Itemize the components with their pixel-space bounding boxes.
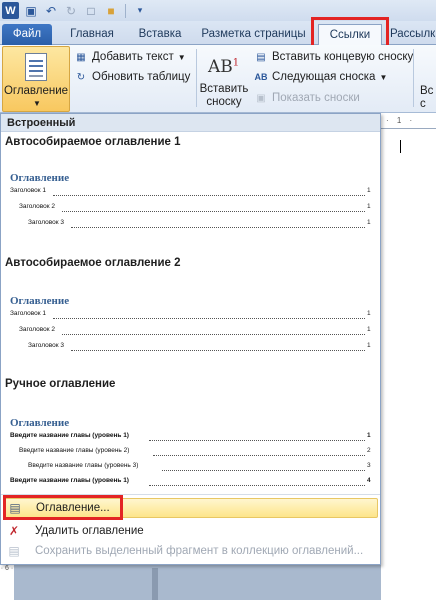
toc-line: Заголовок 1 [10, 187, 46, 194]
next-footnote-label: Следующая сноска [272, 71, 376, 83]
update-table-button[interactable]: ↻ Обновить таблицу [74, 70, 191, 84]
auto-toc-2-preview[interactable]: Оглавление Заголовок 1 1 Заголовок 2 1 З… [1, 274, 379, 356]
toc-leader [53, 195, 365, 196]
toc-menu-callout [3, 495, 123, 520]
show-notes-label: Показать сноски [272, 92, 360, 104]
toc-leader [71, 227, 365, 228]
toc-leader [149, 485, 365, 486]
remove-toc-icon: ✗ [8, 524, 20, 538]
toc-leader [62, 211, 365, 212]
toc-button-label: Оглавление [3, 85, 69, 97]
add-text-button[interactable]: ▦ Добавить текст ▼ [74, 50, 186, 64]
insert-endnote-button[interactable]: ▤ Вставить концевую сноску [254, 50, 413, 64]
document-page[interactable] [381, 129, 436, 600]
tab-insert[interactable]: Вставка [130, 24, 190, 45]
toolbar-separator [125, 3, 126, 18]
chevron-down-icon: ▼ [33, 99, 41, 108]
insert-footnote-icon[interactable]: AB1 [208, 57, 239, 77]
show-notes-button[interactable]: ▣ Показать сноски [254, 91, 360, 105]
gallery-header: Встроенный [1, 114, 380, 132]
toc-page-number: 1 [367, 342, 371, 349]
show-notes-icon: ▣ [256, 92, 266, 104]
toc-document-icon [25, 53, 47, 81]
save-selection-menu-item[interactable]: ▤ Сохранить выделенный фрагмент в коллек… [3, 541, 378, 561]
save-to-gallery-icon: ▤ [8, 544, 20, 558]
toc-page-number: 1 [367, 187, 371, 194]
toc-gallery-dropdown: Встроенный Автособираемое оглавление 1 О… [0, 113, 381, 565]
redo-icon[interactable]: ↻ [63, 3, 79, 19]
toc-leader [162, 470, 365, 471]
page-shadow [152, 568, 158, 600]
toc-preview-heading: Оглавление [10, 417, 70, 429]
remove-toc-label: Удалить оглавление [35, 525, 144, 537]
update-table-label: Обновить таблицу [92, 71, 191, 83]
auto-toc-1-title: Автособираемое оглавление 1 [5, 136, 181, 148]
toc-line: Заголовок 2 [19, 326, 55, 333]
insert-citation-button-partial[interactable]: Вс с [420, 85, 436, 111]
word-icon[interactable]: W [2, 2, 19, 19]
toc-page-number: 1 [367, 326, 371, 333]
toc-line: Заголовок 2 [19, 203, 55, 210]
auto-toc-2-title: Автособираемое оглавление 2 [5, 257, 181, 269]
add-text-icon: ▦ [76, 51, 86, 63]
endnote-icon: ▤ [256, 51, 266, 63]
toc-leader [149, 440, 365, 441]
tab-home[interactable]: Главная [58, 24, 126, 45]
toc-preview-heading: Оглавление [10, 172, 70, 184]
tab-mailings[interactable]: Рассылки [390, 24, 436, 45]
toc-leader [62, 334, 365, 335]
ribbon-separator [413, 49, 414, 107]
ribbon-separator [196, 49, 197, 107]
toc-page-number: 2 [367, 447, 371, 454]
toc-page-number: 1 [367, 219, 371, 226]
toc-line: Введите название главы (уровень 2) [19, 447, 130, 454]
toc-page-number: 3 [367, 462, 371, 469]
new-icon[interactable]: □ [83, 3, 99, 19]
toc-line: Введите название главы (уровень 3) [28, 462, 139, 469]
auto-toc-1-preview[interactable]: Оглавление Заголовок 1 1 Заголовок 2 1 З… [1, 152, 379, 232]
toc-page-number: 1 [367, 432, 371, 439]
toc-leader [53, 318, 365, 319]
toc-page-number: 4 [367, 477, 371, 484]
ribbon: Оглавление ▼ ▦ Добавить текст ▼ ↻ Обнови… [0, 45, 436, 113]
toc-preview-heading: Оглавление [10, 295, 70, 307]
undo-icon[interactable]: ↶ [43, 3, 59, 19]
toc-page-number: 1 [367, 310, 371, 317]
next-footnote-button[interactable]: AB Следующая сноска ▼ [254, 70, 388, 84]
save-icon[interactable]: ▣ [23, 3, 39, 19]
open-icon[interactable]: ■ [103, 3, 119, 19]
tab-page-layout[interactable]: Разметка страницы [196, 24, 311, 45]
next-footnote-icon: AB [254, 72, 268, 82]
ab-sup: 1 [232, 57, 240, 69]
remove-toc-menu-item[interactable]: ✗ Удалить оглавление [3, 521, 378, 541]
manual-toc-title: Ручное оглавление [5, 378, 116, 390]
toc-line: Заголовок 3 [28, 342, 64, 349]
toc-leader [153, 455, 365, 456]
toc-leader [71, 350, 365, 351]
ab-text: AB [208, 57, 233, 77]
update-table-icon: ↻ [76, 71, 86, 83]
vertical-ruler[interactable]: · 6 · [0, 565, 14, 600]
text-cursor [400, 140, 401, 153]
save-selection-label: Сохранить выделенный фрагмент в коллекци… [35, 545, 364, 557]
toc-line: Введите название главы (уровень 1) [10, 432, 129, 439]
manual-toc-preview[interactable]: Оглавление Введите название главы (урове… [1, 396, 379, 492]
toc-line: Заголовок 3 [28, 219, 64, 226]
add-text-label: Добавить текст [92, 51, 174, 63]
tab-file[interactable]: Файл [2, 24, 52, 45]
chevron-down-icon: ▼ [177, 52, 186, 62]
toc-page-number: 1 [367, 203, 371, 210]
toc-line: Заголовок 1 [10, 310, 46, 317]
insert-footnote-button[interactable]: Вставить сноску [198, 83, 250, 109]
horizontal-ruler[interactable]: · 1 · [380, 113, 436, 129]
chevron-down-icon: ▼ [379, 72, 388, 82]
toc-button[interactable]: Оглавление ▼ [2, 46, 70, 112]
toc-line: Введите название главы (уровень 1) [10, 477, 129, 484]
insert-endnote-label: Вставить концевую сноску [272, 51, 414, 63]
customize-icon[interactable]: ▾ [132, 3, 148, 19]
